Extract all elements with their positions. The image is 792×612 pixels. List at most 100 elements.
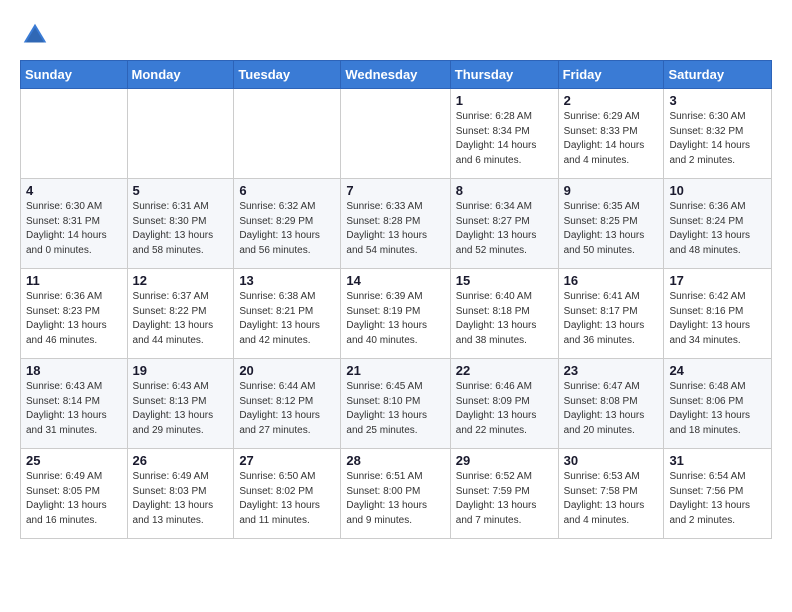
day-number: 10: [669, 183, 766, 198]
calendar-week-row: 4 Sunrise: 6:30 AM Sunset: 8:31 PM Daylig…: [21, 179, 772, 269]
calendar-cell: 30 Sunrise: 6:53 AM Sunset: 7:58 PM Dayli…: [558, 449, 664, 539]
calendar-cell: 31 Sunrise: 6:54 AM Sunset: 7:56 PM Dayli…: [664, 449, 772, 539]
day-info: Sunrise: 6:33 AM Sunset: 8:28 PM Dayligh…: [346, 200, 444, 258]
day-info: Sunrise: 6:42 AM Sunset: 8:16 PM Dayligh…: [669, 290, 766, 348]
calendar-table: SundayMondayTuesdayWednesdayThursdayFrid…: [20, 60, 772, 539]
day-number: 9: [564, 183, 659, 198]
day-number: 15: [456, 273, 553, 288]
day-info: Sunrise: 6:35 AM Sunset: 8:25 PM Dayligh…: [564, 200, 659, 258]
calendar-cell: 3Sunrise: 6:30 AM Sunset: 8:32 PM Daylig…: [664, 89, 772, 179]
day-number: 11: [26, 273, 122, 288]
day-info: Sunrise: 6:34 AM Sunset: 8:27 PM Dayligh…: [456, 200, 553, 258]
day-number: 20: [239, 363, 335, 378]
calendar-cell: 12 Sunrise: 6:37 AM Sunset: 8:22 PM Dayli…: [127, 269, 234, 359]
calendar-cell: 8Sunrise: 6:34 AM Sunset: 8:27 PM Daylig…: [450, 179, 558, 269]
day-info: Sunrise: 6:38 AM Sunset: 8:21 PM Dayligh…: [239, 290, 335, 348]
calendar-cell: 28 Sunrise: 6:51 AM Sunset: 8:00 PM Dayli…: [341, 449, 450, 539]
calendar-cell: 4 Sunrise: 6:30 AM Sunset: 8:31 PM Daylig…: [21, 179, 128, 269]
calendar-cell: 10 Sunrise: 6:36 AM Sunset: 8:24 PM Dayli…: [664, 179, 772, 269]
calendar-week-row: 18 Sunrise: 6:43 AM Sunset: 8:14 PM Dayli…: [21, 359, 772, 449]
day-info: Sunrise: 6:51 AM Sunset: 8:00 PM Dayligh…: [346, 470, 444, 528]
calendar-cell: 23 Sunrise: 6:47 AM Sunset: 8:08 PM Dayli…: [558, 359, 664, 449]
day-info: Sunrise: 6:36 AM Sunset: 8:24 PM Dayligh…: [669, 200, 766, 258]
calendar-cell: 17 Sunrise: 6:42 AM Sunset: 8:16 PM Dayli…: [664, 269, 772, 359]
day-number: 26: [133, 453, 229, 468]
day-info: Sunrise: 6:52 AM Sunset: 7:59 PM Dayligh…: [456, 470, 553, 528]
day-info: Sunrise: 6:32 AM Sunset: 8:29 PM Dayligh…: [239, 200, 335, 258]
calendar-cell: 26 Sunrise: 6:49 AM Sunset: 8:03 PM Dayli…: [127, 449, 234, 539]
page-header: [20, 20, 772, 50]
day-info: Sunrise: 6:54 AM Sunset: 7:56 PM Dayligh…: [669, 470, 766, 528]
day-info: Sunrise: 6:49 AM Sunset: 8:03 PM Dayligh…: [133, 470, 229, 528]
day-info: Sunrise: 6:39 AM Sunset: 8:19 PM Dayligh…: [346, 290, 444, 348]
day-number: 25: [26, 453, 122, 468]
day-info: Sunrise: 6:29 AM Sunset: 8:33 PM Dayligh…: [564, 110, 659, 168]
day-number: 7: [346, 183, 444, 198]
calendar-cell: 2 Sunrise: 6:29 AM Sunset: 8:33 PM Daylig…: [558, 89, 664, 179]
calendar-cell: 25 Sunrise: 6:49 AM Sunset: 8:05 PM Dayli…: [21, 449, 128, 539]
calendar-cell: 20 Sunrise: 6:44 AM Sunset: 8:12 PM Dayli…: [234, 359, 341, 449]
day-number: 18: [26, 363, 122, 378]
calendar-cell: 29 Sunrise: 6:52 AM Sunset: 7:59 PM Dayli…: [450, 449, 558, 539]
day-number: 12: [133, 273, 229, 288]
day-info: Sunrise: 6:46 AM Sunset: 8:09 PM Dayligh…: [456, 380, 553, 438]
weekday-header-row: SundayMondayTuesdayWednesdayThursdayFrid…: [21, 61, 772, 89]
calendar-cell: [21, 89, 128, 179]
day-number: 6: [239, 183, 335, 198]
day-info: Sunrise: 6:30 AM Sunset: 8:31 PM Dayligh…: [26, 200, 122, 258]
day-info: Sunrise: 6:50 AM Sunset: 8:02 PM Dayligh…: [239, 470, 335, 528]
calendar-cell: 19 Sunrise: 6:43 AM Sunset: 8:13 PM Dayli…: [127, 359, 234, 449]
calendar-cell: 27 Sunrise: 6:50 AM Sunset: 8:02 PM Dayli…: [234, 449, 341, 539]
weekday-header-wednesday: Wednesday: [341, 61, 450, 89]
day-number: 27: [239, 453, 335, 468]
day-info: Sunrise: 6:53 AM Sunset: 7:58 PM Dayligh…: [564, 470, 659, 528]
calendar-cell: [127, 89, 234, 179]
day-number: 4: [26, 183, 122, 198]
logo: [20, 20, 54, 50]
weekday-header-thursday: Thursday: [450, 61, 558, 89]
day-number: 21: [346, 363, 444, 378]
logo-icon: [20, 20, 50, 50]
day-info: Sunrise: 6:47 AM Sunset: 8:08 PM Dayligh…: [564, 380, 659, 438]
day-info: Sunrise: 6:28 AM Sunset: 8:34 PM Dayligh…: [456, 110, 553, 168]
calendar-cell: 9 Sunrise: 6:35 AM Sunset: 8:25 PM Daylig…: [558, 179, 664, 269]
calendar-cell: 6 Sunrise: 6:32 AM Sunset: 8:29 PM Daylig…: [234, 179, 341, 269]
day-number: 16: [564, 273, 659, 288]
calendar-cell: [341, 89, 450, 179]
day-info: Sunrise: 6:48 AM Sunset: 8:06 PM Dayligh…: [669, 380, 766, 438]
calendar-week-row: 1Sunrise: 6:28 AM Sunset: 8:34 PM Daylig…: [21, 89, 772, 179]
day-number: 23: [564, 363, 659, 378]
calendar-cell: 1Sunrise: 6:28 AM Sunset: 8:34 PM Daylig…: [450, 89, 558, 179]
weekday-header-tuesday: Tuesday: [234, 61, 341, 89]
day-number: 13: [239, 273, 335, 288]
day-info: Sunrise: 6:49 AM Sunset: 8:05 PM Dayligh…: [26, 470, 122, 528]
day-info: Sunrise: 6:40 AM Sunset: 8:18 PM Dayligh…: [456, 290, 553, 348]
day-number: 31: [669, 453, 766, 468]
day-number: 28: [346, 453, 444, 468]
day-number: 14: [346, 273, 444, 288]
calendar-cell: 22 Sunrise: 6:46 AM Sunset: 8:09 PM Dayli…: [450, 359, 558, 449]
calendar-cell: 16Sunrise: 6:41 AM Sunset: 8:17 PM Dayli…: [558, 269, 664, 359]
day-number: 29: [456, 453, 553, 468]
calendar-cell: 7 Sunrise: 6:33 AM Sunset: 8:28 PM Daylig…: [341, 179, 450, 269]
day-number: 2: [564, 93, 659, 108]
calendar-week-row: 25 Sunrise: 6:49 AM Sunset: 8:05 PM Dayli…: [21, 449, 772, 539]
calendar-cell: 21Sunrise: 6:45 AM Sunset: 8:10 PM Dayli…: [341, 359, 450, 449]
calendar-week-row: 11Sunrise: 6:36 AM Sunset: 8:23 PM Dayli…: [21, 269, 772, 359]
calendar-cell: [234, 89, 341, 179]
calendar-cell: 11Sunrise: 6:36 AM Sunset: 8:23 PM Dayli…: [21, 269, 128, 359]
day-number: 19: [133, 363, 229, 378]
calendar-cell: 18 Sunrise: 6:43 AM Sunset: 8:14 PM Dayli…: [21, 359, 128, 449]
day-info: Sunrise: 6:37 AM Sunset: 8:22 PM Dayligh…: [133, 290, 229, 348]
weekday-header-saturday: Saturday: [664, 61, 772, 89]
day-number: 30: [564, 453, 659, 468]
day-info: Sunrise: 6:31 AM Sunset: 8:30 PM Dayligh…: [133, 200, 229, 258]
day-info: Sunrise: 6:43 AM Sunset: 8:13 PM Dayligh…: [133, 380, 229, 438]
day-number: 3: [669, 93, 766, 108]
day-info: Sunrise: 6:43 AM Sunset: 8:14 PM Dayligh…: [26, 380, 122, 438]
weekday-header-friday: Friday: [558, 61, 664, 89]
day-info: Sunrise: 6:44 AM Sunset: 8:12 PM Dayligh…: [239, 380, 335, 438]
day-number: 17: [669, 273, 766, 288]
calendar-cell: 5Sunrise: 6:31 AM Sunset: 8:30 PM Daylig…: [127, 179, 234, 269]
day-number: 22: [456, 363, 553, 378]
